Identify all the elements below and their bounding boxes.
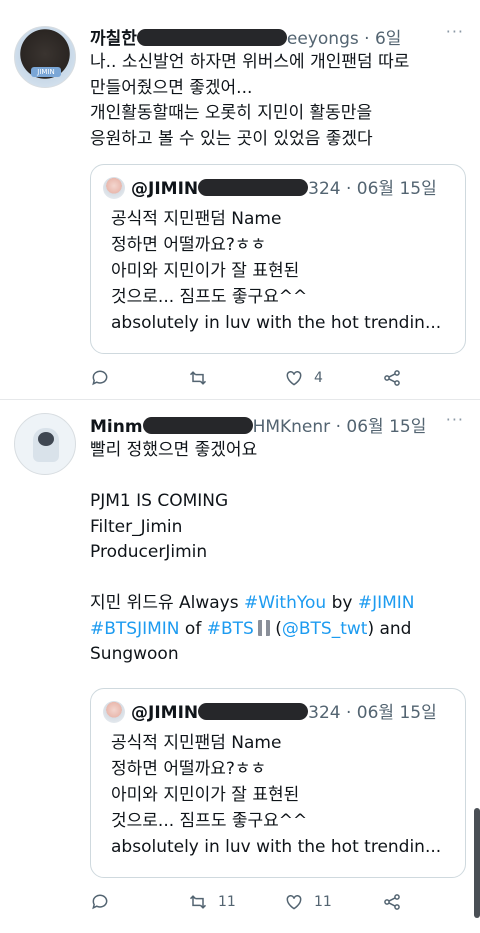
quote-header: @JIMIN 324 · 06월 15일 — [103, 177, 455, 200]
text-span: ( — [269, 618, 282, 639]
hashtag-link[interactable]: #BTS — [207, 619, 254, 639]
more-icon[interactable]: ··· — [446, 22, 464, 41]
mention-link[interactable]: @BTS_twt — [282, 619, 368, 639]
like-count: 4 — [314, 370, 323, 386]
handle[interactable]: HMKnenr — [253, 417, 331, 437]
timestamp[interactable]: 06월 15일 — [346, 417, 426, 437]
share-button[interactable] — [382, 368, 412, 388]
quoted-tweet[interactable]: @JIMIN 324 · 06월 15일 공식적 지민팬덤 Name 정하면 어떨… — [90, 688, 466, 878]
quoted-tweet[interactable]: @JIMIN 324 · 06월 15일 공식적 지민팬덤 Name 정하면 어떨… — [90, 164, 466, 354]
quote-timestamp: 06월 15일 — [356, 703, 437, 723]
display-name[interactable]: 까칠한 — [90, 29, 137, 49]
handle[interactable]: eeyongs — [287, 29, 359, 49]
separator: · — [335, 417, 341, 437]
hashtag-link[interactable]: #BTSJIMIN — [90, 619, 180, 639]
separator: · — [345, 179, 352, 199]
redacted-name — [136, 29, 287, 46]
like-button[interactable]: 11 — [284, 892, 332, 912]
separator: · — [364, 29, 370, 49]
share-button[interactable] — [382, 892, 412, 912]
retweet-icon — [189, 895, 207, 909]
retweet-button[interactable]: 11 — [188, 892, 236, 912]
quote-line: 정하면 어떨까요?ㅎㅎ — [111, 759, 267, 779]
hashtag-link[interactable]: #WithYou — [244, 593, 326, 613]
heart-icon — [286, 894, 302, 910]
redacted-handle — [198, 703, 309, 720]
text-line: Sungwoon — [90, 644, 179, 664]
quote-name: @JIMIN — [131, 179, 199, 199]
text-line: 나.. 소신발언 하자면 위버스에 개인팬덤 따로 — [90, 52, 410, 72]
reply-button[interactable] — [90, 892, 120, 912]
rich-line: 지민 위드유 Always #WithYou by #JIMIN — [90, 591, 470, 617]
text-line: Filter_Jimin — [90, 516, 183, 537]
reply-icon — [92, 370, 108, 386]
avatar-figure — [33, 428, 59, 462]
tweet[interactable]: JIMIN 까칠한 eeyongs · 6일 ··· 나.. 소신발언 하자면 위… — [0, 0, 480, 400]
text-span: 지민 위드유 Always — [90, 593, 245, 613]
redacted-handle — [198, 179, 309, 196]
quote-text: 공식적 지민팬덤 Name 정하면 어떨까요?ㅎㅎ 아미와 지민이가 잘 표현된… — [111, 206, 455, 336]
retweet-button[interactable] — [188, 368, 218, 388]
heart-icon — [286, 370, 302, 386]
retweet-icon — [189, 371, 207, 385]
text-line: PJM1 IS COMING — [90, 491, 229, 511]
avatar[interactable] — [14, 413, 76, 475]
text-line: 빨리 정했으면 좋겠어요 — [90, 440, 258, 460]
tweet-text: 빨리 정했으면 좋겠어요 PJM1 IS COMING Filter_Jimin… — [90, 438, 470, 668]
rich-line: #BTSJIMIN of #BTS (@BTS_twt) and — [90, 617, 470, 643]
quote-name: @JIMIN — [131, 703, 199, 723]
bts-flag-icon — [257, 619, 270, 636]
action-bar: 11 11 — [90, 892, 450, 914]
avatar[interactable]: JIMIN — [14, 26, 76, 88]
action-bar: 4 — [90, 368, 450, 390]
avatar-badge: JIMIN — [31, 67, 61, 77]
tweet-text: 나.. 소신발언 하자면 위버스에 개인팬덤 따로 만들어줬으면 좋겠어... … — [90, 50, 470, 152]
quote-header: @JIMIN 324 · 06월 15일 — [103, 701, 455, 724]
text-span: of — [179, 618, 207, 639]
text-line: 만들어줬으면 좋겠어... — [90, 77, 253, 98]
share-icon — [384, 370, 400, 386]
text-line: 개인활동할때는 오롯히 지민이 활동만을 — [90, 103, 373, 123]
quote-line: 것으로... 짐프도 좋구요^^ — [111, 287, 308, 307]
tweet-header: 까칠한 eeyongs · 6일 — [90, 24, 401, 49]
quote-line: 아미와 지민이가 잘 표현된 — [111, 261, 300, 281]
display-name[interactable]: Minm — [90, 417, 143, 437]
separator: · — [345, 703, 352, 723]
quote-timestamp: 06월 15일 — [356, 179, 437, 199]
text-span: ) and — [367, 618, 412, 639]
text-span: by — [326, 593, 358, 613]
share-icon — [384, 894, 400, 910]
quote-text: 공식적 지민팬덤 Name 정하면 어떨까요?ㅎㅎ 아미와 지민이가 잘 표현된… — [111, 730, 455, 860]
quote-handle: 324 — [308, 179, 341, 199]
quote-line: 공식적 지민팬덤 Name — [111, 209, 282, 229]
quote-line: 공식적 지민팬덤 Name — [111, 733, 282, 753]
retweet-count: 11 — [218, 894, 236, 910]
reply-button[interactable] — [90, 368, 120, 388]
reply-icon — [92, 894, 108, 910]
hashtag-link[interactable]: #JIMIN — [358, 593, 415, 613]
text-line: ProducerJimin — [90, 542, 208, 562]
quote-avatar — [103, 701, 125, 723]
quote-line: 아미와 지민이가 잘 표현된 — [111, 785, 300, 805]
quote-line: 것으로... 짐프도 좋구요^^ — [111, 811, 308, 831]
quote-line: 정하면 어떨까요?ㅎㅎ — [111, 235, 267, 255]
quote-handle: 324 — [308, 703, 341, 723]
redacted-name — [142, 417, 253, 434]
scrollbar[interactable] — [474, 808, 480, 918]
quote-line: absolutely in luv with the hot trendin..… — [111, 837, 442, 857]
quote-line: absolutely in luv with the hot trendin..… — [111, 313, 442, 333]
like-count: 11 — [314, 894, 332, 910]
like-button[interactable]: 4 — [284, 368, 323, 388]
quote-avatar — [103, 177, 125, 199]
tweet[interactable]: Minm HMKnenr · 06월 15일 ··· 빨리 정했으면 좋겠어요 P… — [0, 400, 480, 933]
more-icon[interactable]: ··· — [446, 410, 464, 429]
timestamp[interactable]: 6일 — [375, 29, 401, 49]
tweet-header: Minm HMKnenr · 06월 15일 — [90, 412, 426, 437]
text-line: 응원하고 볼 수 있는 곳이 있었음 좋겠다 — [90, 128, 373, 149]
